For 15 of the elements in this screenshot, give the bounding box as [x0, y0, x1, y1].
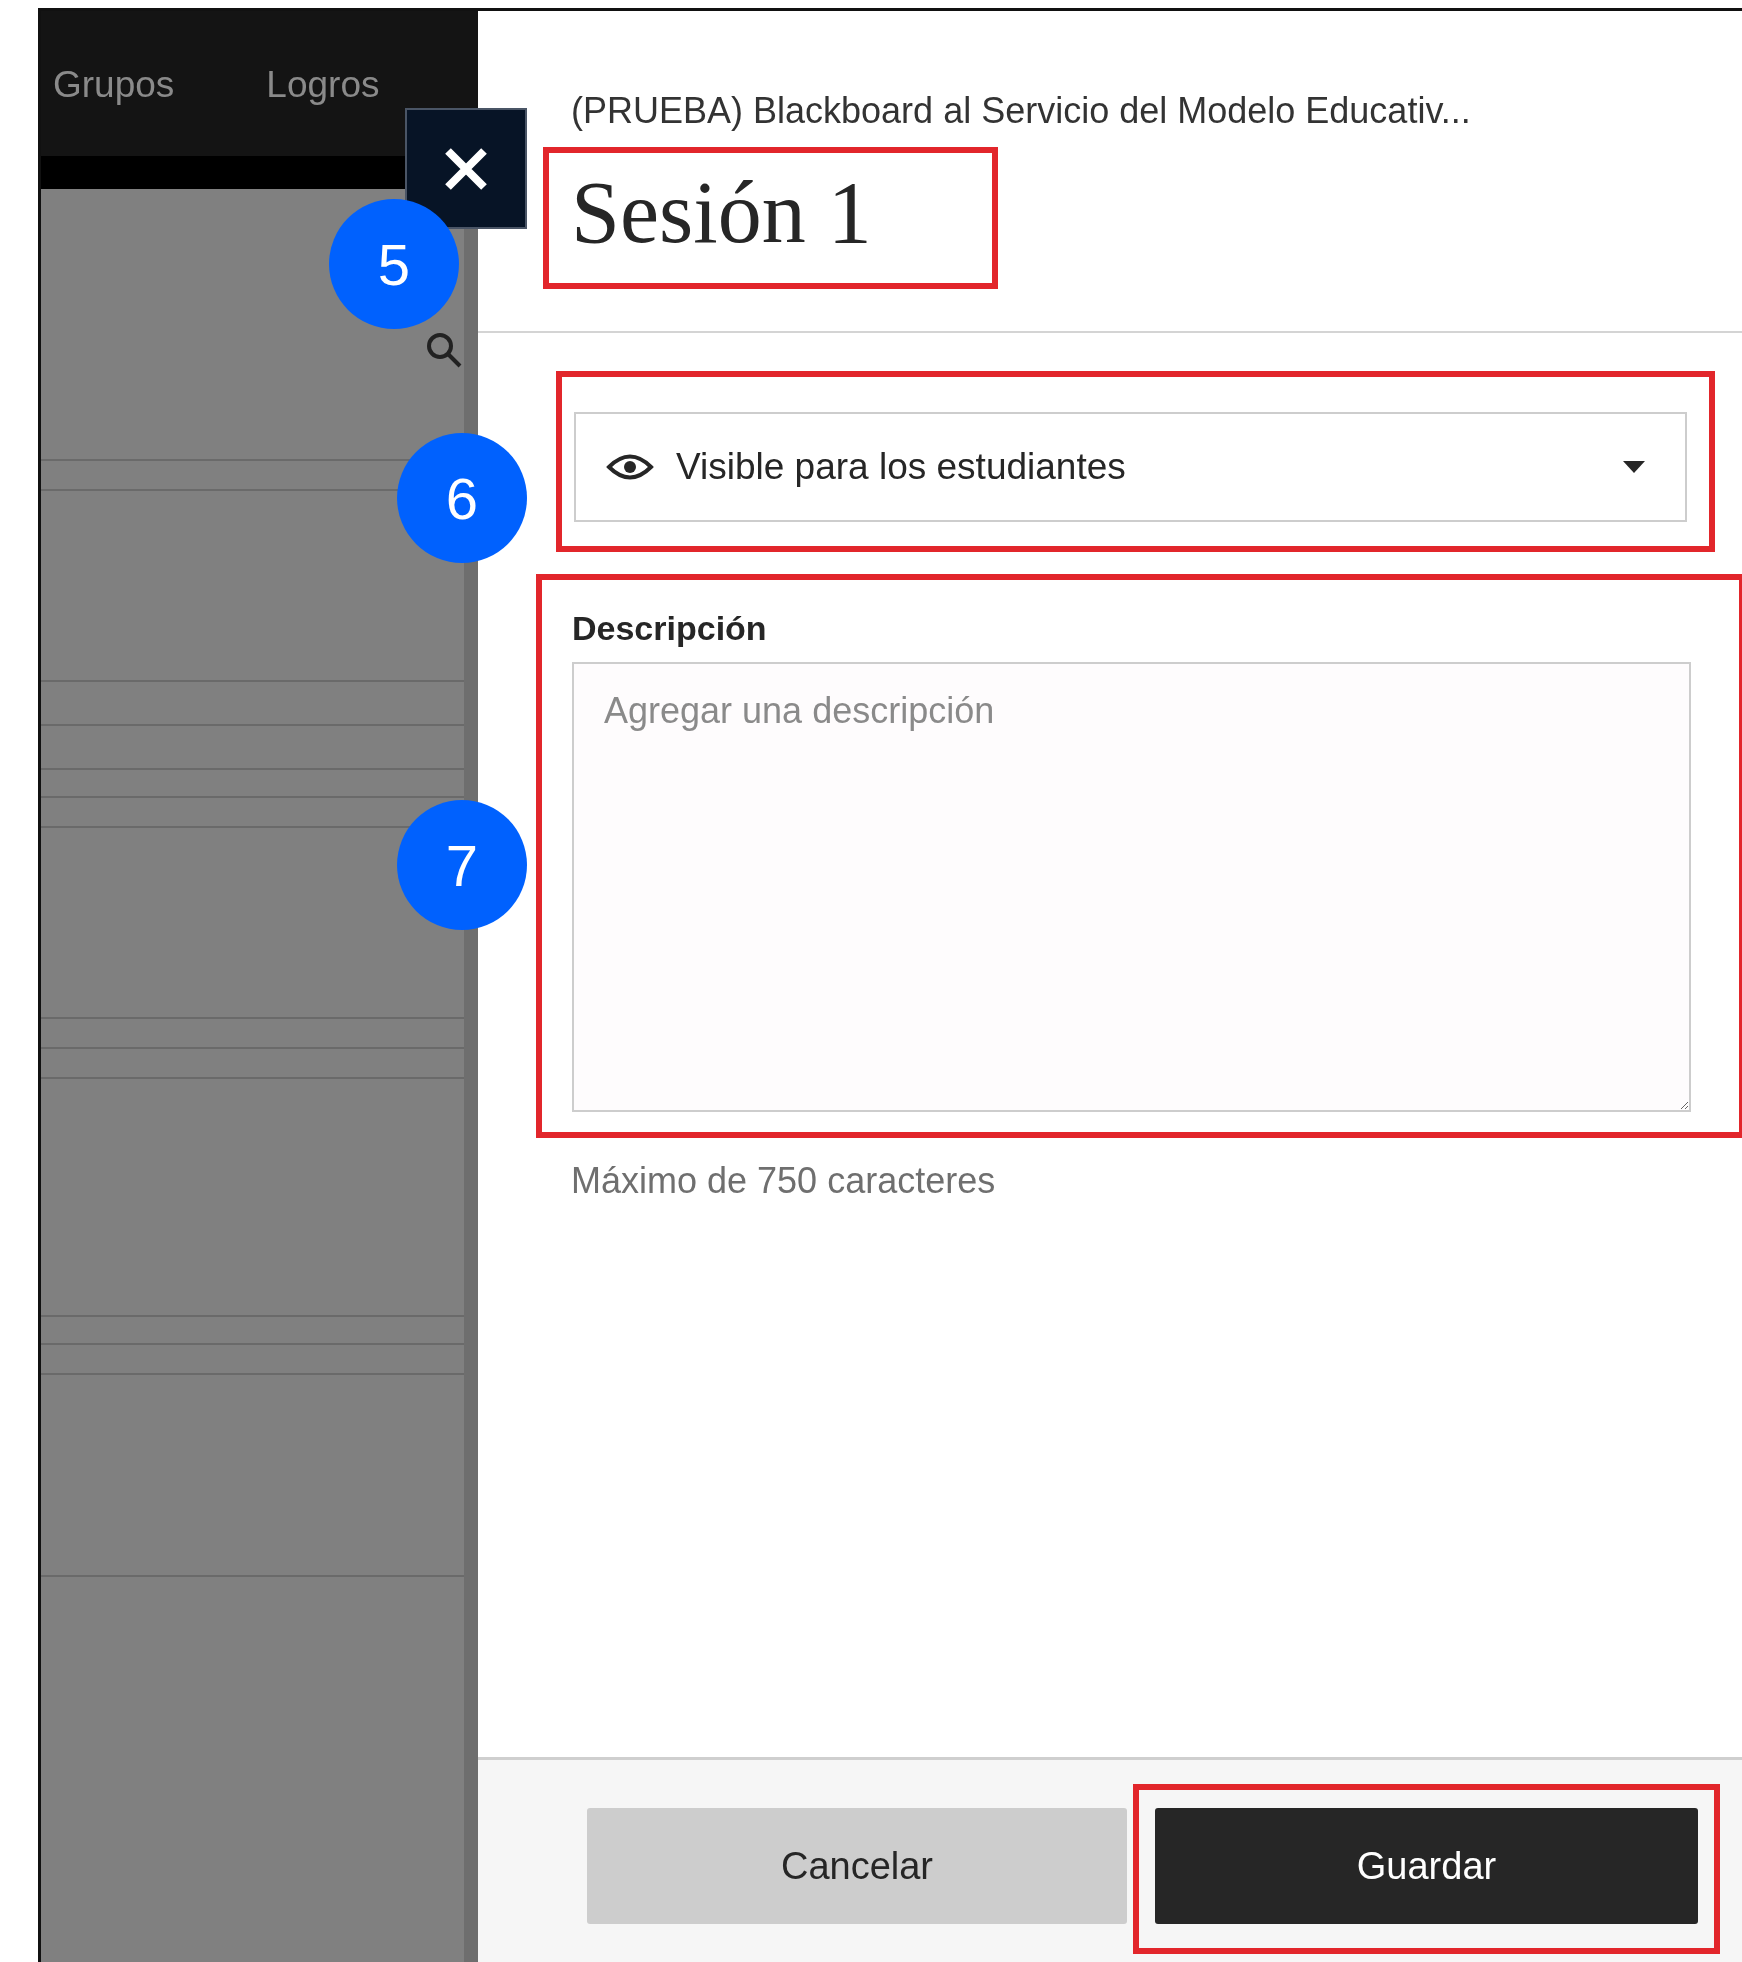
nav-tab[interactable]: Grupos [53, 63, 175, 107]
nav-tab[interactable]: Logros [266, 63, 380, 107]
save-button[interactable]: Guardar [1155, 1808, 1698, 1924]
description-label: Descripción [572, 608, 768, 648]
search-icon[interactable] [425, 331, 463, 369]
caret-icon [1623, 461, 1645, 473]
session-title: Sesión 1 [571, 163, 872, 263]
character-limit-hint: Máximo de 750 caracteres [571, 1160, 997, 1202]
description-field[interactable]: Agregar una descripción [572, 662, 1691, 1112]
close-icon [443, 145, 489, 192]
close-button[interactable] [405, 108, 527, 229]
cancel-button[interactable]: Cancelar [587, 1808, 1127, 1924]
visibility-dropdown[interactable]: Visible para los estudiantes [574, 412, 1687, 522]
course-name: (PRUEBA) Blackboard al Servicio del Modelo Educativ... [571, 89, 1472, 133]
eye-icon [606, 452, 654, 482]
